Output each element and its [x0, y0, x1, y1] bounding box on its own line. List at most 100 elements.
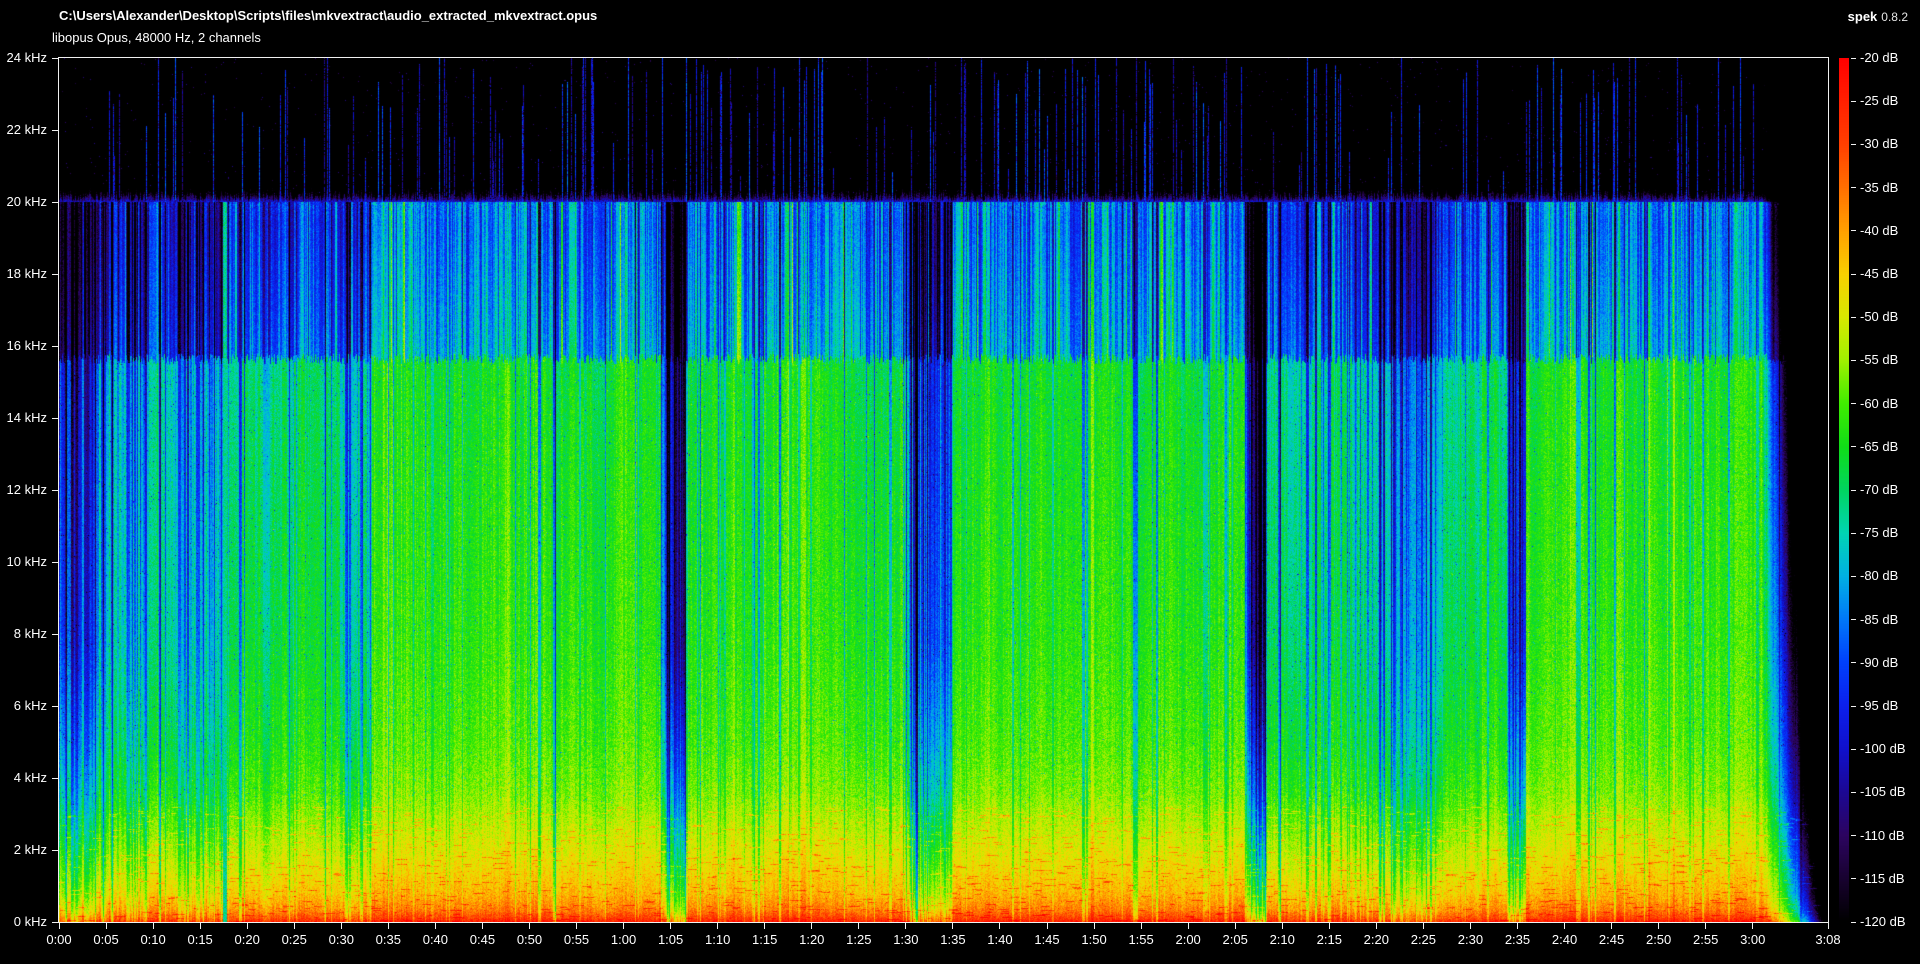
freq-tick	[52, 921, 58, 923]
db-tick	[1851, 705, 1856, 707]
time-tick	[528, 923, 530, 929]
db-tick-label: -75 dB	[1860, 525, 1899, 541]
freq-tick	[52, 129, 58, 131]
db-tick-label: -25 dB	[1860, 93, 1899, 109]
freq-tick	[52, 417, 58, 419]
time-tick	[1827, 923, 1829, 929]
freq-tick	[52, 201, 58, 203]
db-tick-label: -105 dB	[1860, 784, 1906, 800]
time-tick	[1375, 923, 1377, 929]
db-tick-label: -55 dB	[1860, 352, 1899, 368]
db-tick-label: -20 dB	[1860, 50, 1899, 65]
db-tick	[1851, 143, 1856, 145]
db-tick	[1851, 446, 1856, 448]
freq-tick-label: 24 kHz	[6, 50, 47, 65]
db-tick	[1851, 273, 1856, 275]
freq-tick	[52, 705, 58, 707]
time-tick	[434, 923, 436, 929]
freq-tick-label: 6 kHz	[13, 698, 47, 713]
app-brand: spek 0.8.2	[1848, 9, 1908, 24]
time-tick	[858, 923, 860, 929]
db-tick	[1851, 489, 1856, 491]
db-tick	[1851, 662, 1856, 664]
time-tick	[1752, 923, 1754, 929]
freq-tick	[52, 57, 58, 59]
time-tick	[1516, 923, 1518, 929]
db-tick	[1851, 230, 1856, 232]
time-tick	[1469, 923, 1471, 929]
db-tick-label: -50 dB	[1860, 309, 1899, 325]
freq-tick-label: 14 kHz	[6, 410, 47, 425]
app-version: 0.8.2	[1881, 10, 1908, 24]
time-tick	[1046, 923, 1048, 929]
time-tick	[717, 923, 719, 929]
freq-tick	[52, 489, 58, 491]
db-tick	[1851, 791, 1856, 793]
db-tick	[1851, 187, 1856, 189]
freq-tick-label: 20 kHz	[6, 194, 47, 209]
db-tick	[1851, 359, 1856, 361]
freq-tick-label: 8 kHz	[13, 626, 47, 641]
time-tick	[670, 923, 672, 929]
time-tick	[481, 923, 483, 929]
time-tick	[905, 923, 907, 929]
time-tick	[1234, 923, 1236, 929]
time-tick	[999, 923, 1001, 929]
db-tick	[1851, 532, 1856, 534]
time-tick	[811, 923, 813, 929]
db-tick	[1851, 878, 1856, 880]
freq-tick-label: 18 kHz	[6, 266, 47, 281]
db-tick-label: -40 dB	[1860, 222, 1899, 238]
file-path-title: C:\Users\Alexander\Desktop\Scripts\files…	[59, 8, 598, 23]
freq-tick-label: 0 kHz	[13, 914, 47, 929]
time-tick	[293, 923, 295, 929]
db-tick-label: -110 dB	[1860, 827, 1905, 843]
time-tick	[623, 923, 625, 929]
time-tick	[152, 923, 154, 929]
spectrogram-frame	[58, 57, 1829, 923]
freq-tick-label: 22 kHz	[6, 122, 47, 137]
freq-tick-label: 2 kHz	[13, 842, 47, 857]
spek-window: C:\Users\Alexander\Desktop\Scripts\files…	[0, 0, 1920, 964]
time-tick	[1564, 923, 1566, 929]
db-tick-label: -35 dB	[1860, 179, 1899, 195]
db-colorbar	[1839, 58, 1849, 922]
db-tick-label: -85 dB	[1860, 611, 1899, 627]
db-tick	[1851, 619, 1856, 621]
db-tick-label: -80 dB	[1860, 568, 1899, 584]
freq-tick	[52, 345, 58, 347]
db-tick-label: -100 dB	[1860, 741, 1906, 757]
time-tick-label: 3:00	[1740, 932, 1766, 947]
freq-tick	[52, 561, 58, 563]
db-tick	[1851, 316, 1856, 318]
freq-tick	[52, 777, 58, 779]
freq-tick	[52, 849, 58, 851]
db-tick-label: -120 dB	[1860, 914, 1906, 929]
freq-tick-label: 16 kHz	[6, 338, 47, 353]
db-tick	[1851, 100, 1856, 102]
freq-tick	[52, 273, 58, 275]
db-tick	[1851, 57, 1856, 59]
time-tick	[246, 923, 248, 929]
time-tick	[1611, 923, 1613, 929]
db-tick	[1851, 748, 1856, 750]
time-tick	[1328, 923, 1330, 929]
db-tick-label: -90 dB	[1860, 654, 1899, 670]
time-tick	[105, 923, 107, 929]
time-tick	[1281, 923, 1283, 929]
time-tick	[1140, 923, 1142, 929]
db-tick-label: -30 dB	[1860, 136, 1899, 152]
db-tick-label: -95 dB	[1860, 698, 1899, 713]
codec-info: libopus Opus, 48000 Hz, 2 channels	[52, 30, 261, 45]
time-tick	[952, 923, 954, 929]
db-tick	[1851, 835, 1856, 837]
time-tick	[1705, 923, 1707, 929]
db-tick	[1851, 921, 1856, 923]
spectrogram-canvas	[59, 58, 1828, 922]
time-tick	[387, 923, 389, 929]
app-name: spek	[1847, 9, 1878, 24]
time-tick	[58, 923, 60, 929]
time-tick	[764, 923, 766, 929]
time-tick	[1093, 923, 1095, 929]
time-tick	[340, 923, 342, 929]
